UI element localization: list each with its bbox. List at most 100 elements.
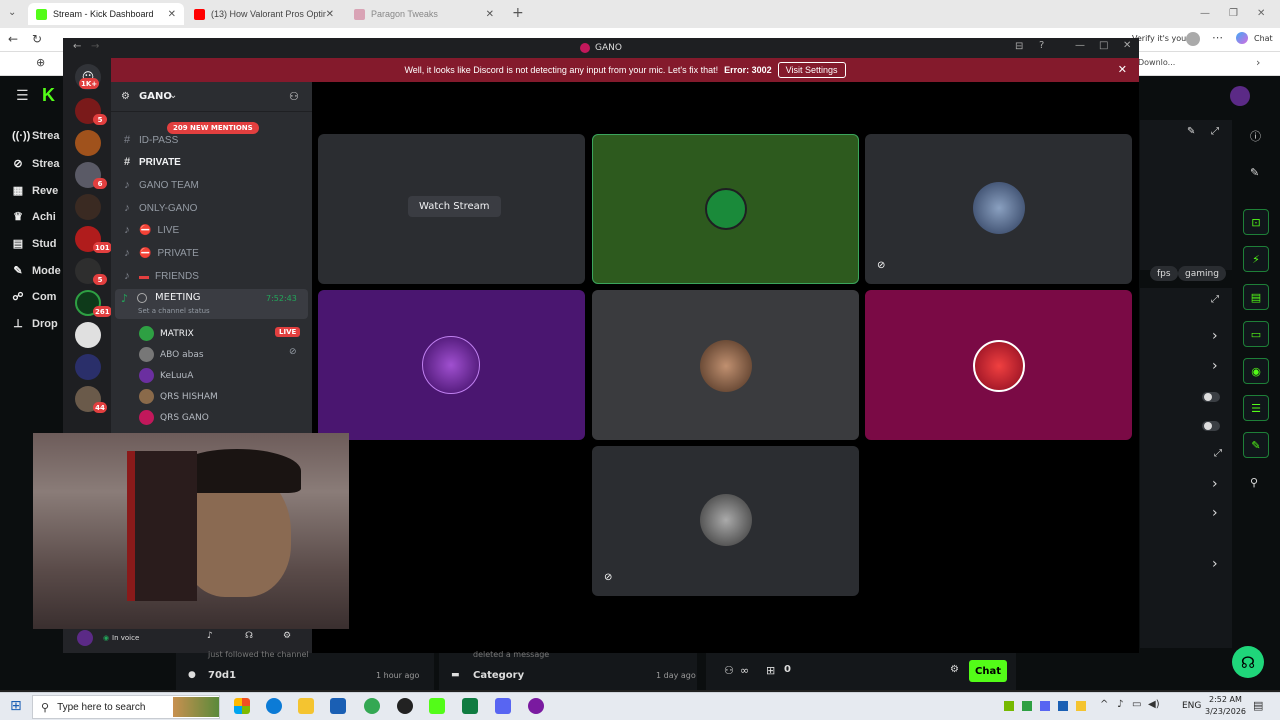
- chevron-right-icon[interactable]: ›: [1212, 328, 1218, 344]
- document-icon[interactable]: ▤: [1243, 284, 1269, 310]
- toggle-switch[interactable]: [1202, 392, 1220, 402]
- tag-fps[interactable]: fps: [1150, 266, 1178, 281]
- voice-member-abo-abas[interactable]: ABO abas ⊘: [139, 347, 297, 362]
- infinity-icon[interactable]: ∞: [740, 664, 749, 677]
- visit-settings-button[interactable]: Visit Settings: [777, 62, 846, 78]
- wrench-icon[interactable]: ✎: [1243, 432, 1269, 458]
- channel-status[interactable]: Set a channel status: [138, 307, 210, 315]
- settings-icon[interactable]: ⚙: [283, 631, 291, 641]
- bookmark-chevron-icon[interactable]: ›: [1256, 56, 1260, 69]
- new-mentions-pill[interactable]: 209 NEW MENTIONS: [167, 122, 259, 134]
- tab-list-chevron-icon[interactable]: ⌄: [8, 7, 16, 18]
- popout-icon[interactable]: ⤢: [1214, 448, 1222, 459]
- minimize-icon[interactable]: —: [1075, 40, 1085, 51]
- nav-item-drops[interactable]: ⊥ Drop: [12, 317, 57, 331]
- popout-icon[interactable]: ⤢: [1211, 294, 1219, 305]
- stream-tile[interactable]: Watch Stream: [318, 134, 585, 284]
- channel-only-gano[interactable]: ♪ ONLY-GANO: [121, 202, 197, 214]
- avatar[interactable]: [77, 630, 93, 646]
- chevron-right-icon[interactable]: ›: [1212, 556, 1218, 572]
- mic-icon[interactable]: ♪: [207, 631, 213, 641]
- start-windows-icon[interactable]: ⊞: [10, 698, 22, 714]
- tab-close-icon[interactable]: ✕: [326, 9, 334, 20]
- chevron-right-icon[interactable]: ›: [1212, 476, 1218, 492]
- nav-item-stream[interactable]: ((·)) Strea: [12, 130, 60, 142]
- volume-icon[interactable]: ◀): [1148, 699, 1160, 710]
- scan-icon[interactable]: ⊡: [1243, 209, 1269, 235]
- obs-icon[interactable]: [397, 698, 413, 714]
- mic-tray-icon[interactable]: ♪: [1117, 699, 1123, 710]
- inbox-icon[interactable]: ⊟: [1015, 41, 1023, 52]
- verify-account-chip[interactable]: Verify it's you: [1132, 34, 1186, 43]
- file-explorer-icon[interactable]: [298, 698, 314, 714]
- voice-member-keluua[interactable]: KeLuuA: [139, 368, 193, 383]
- nav-item-studio[interactable]: ▤ Stud: [12, 237, 57, 251]
- kick-app-icon[interactable]: [429, 698, 445, 714]
- app-icon[interactable]: [528, 698, 544, 714]
- lightning-icon[interactable]: ⚡: [1243, 246, 1269, 272]
- participant-tile[interactable]: ⊘: [592, 446, 859, 596]
- back-icon[interactable]: ←: [8, 32, 18, 46]
- nvidia-tray-icon[interactable]: [1004, 701, 1014, 711]
- gift-icon[interactable]: ⊞: [766, 664, 775, 677]
- copilot-icon[interactable]: [1236, 32, 1248, 44]
- chevron-right-icon[interactable]: ›: [1212, 358, 1218, 374]
- chat-label[interactable]: Chat: [1254, 34, 1273, 43]
- tab-kick-dashboard[interactable]: Stream - Kick Dashboard ✕: [28, 3, 184, 25]
- broadcast-icon[interactable]: ◉: [1243, 358, 1269, 384]
- participant-tile-matrix[interactable]: [592, 134, 859, 284]
- notifications-icon[interactable]: ▤: [1253, 699, 1263, 712]
- profile-avatar[interactable]: [1186, 32, 1200, 46]
- store-icon[interactable]: [330, 698, 346, 714]
- voice-member-matrix[interactable]: MATRIX LIVE: [139, 326, 301, 341]
- discord-icon[interactable]: [495, 698, 511, 714]
- taskbar-search[interactable]: ⚲ Type here to search: [32, 695, 220, 719]
- channel-live[interactable]: ♪ ⛔ LIVE: [121, 224, 179, 236]
- new-tab-plus-icon[interactable]: +: [512, 5, 524, 21]
- bookmark-downloads[interactable]: Downlo...: [1138, 58, 1175, 67]
- category-label[interactable]: Category: [473, 670, 524, 681]
- voice-member-qrs-hisham[interactable]: QRS HISHAM: [139, 389, 218, 404]
- share-icon[interactable]: ⚲: [1250, 476, 1258, 489]
- close-icon[interactable]: ✕: [1257, 8, 1265, 19]
- participant-tile[interactable]: ⊘: [865, 134, 1132, 284]
- tray-icon[interactable]: [1022, 701, 1032, 711]
- network-icon[interactable]: ▭: [1132, 699, 1141, 710]
- tab-close-icon[interactable]: ✕: [168, 9, 176, 20]
- toggle-switch[interactable]: [1202, 421, 1220, 431]
- channel-friends[interactable]: ♪ ▬ FRIENDS: [121, 270, 199, 282]
- voice-member-qrs-gano[interactable]: QRS GANO: [139, 410, 209, 425]
- server-icon[interactable]: [75, 354, 101, 380]
- hamburger-menu-icon[interactable]: ☰: [16, 88, 29, 104]
- tab-close-icon[interactable]: ✕: [486, 9, 494, 20]
- channel-private[interactable]: # PRIVATE: [121, 156, 181, 168]
- banner-close-icon[interactable]: ✕: [1118, 63, 1127, 76]
- server-header[interactable]: ⚙ GANO ⌄ ⚇: [111, 82, 312, 112]
- pencil-icon[interactable]: ✎: [1250, 166, 1259, 179]
- popout-icon[interactable]: ⤢: [1211, 126, 1219, 137]
- channel-meeting-active[interactable]: ♪ MEETING 7:52:43 Set a channel status: [115, 289, 308, 319]
- settings-icon[interactable]: ⚙: [950, 664, 959, 675]
- help-icon[interactable]: ?: [1039, 40, 1044, 51]
- back-arrow-icon[interactable]: ←: [73, 41, 81, 52]
- channel-private-voice[interactable]: ♪ ⛔ PRIVATE: [121, 247, 199, 259]
- clock-time[interactable]: 2:52 AM: [1209, 695, 1242, 704]
- nav-item-community[interactable]: ☍ Com: [12, 290, 56, 304]
- maximize-icon[interactable]: □: [1099, 40, 1108, 51]
- participant-tile-qrs-hisham[interactable]: [592, 290, 859, 440]
- chevron-right-icon[interactable]: ›: [1212, 505, 1218, 521]
- nav-item-moderation[interactable]: ✎ Mode: [12, 264, 60, 278]
- tab-paragon-tweaks[interactable]: Paragon Tweaks ✕: [346, 3, 502, 25]
- nav-item-achievements[interactable]: ♛ Achi: [12, 210, 56, 224]
- participant-tile-keluua[interactable]: [318, 290, 585, 440]
- maximize-icon[interactable]: ❐: [1229, 8, 1238, 19]
- close-icon[interactable]: ✕: [1123, 40, 1131, 51]
- info-icon[interactable]: ⓘ: [1250, 128, 1261, 144]
- edit-icon[interactable]: ✎: [1187, 126, 1195, 137]
- forward-arrow-icon[interactable]: →: [91, 41, 99, 52]
- tray-icon[interactable]: [1076, 701, 1086, 711]
- language-indicator[interactable]: ENG: [1182, 701, 1201, 711]
- server-icon[interactable]: [75, 194, 101, 220]
- list-icon[interactable]: ☰: [1243, 395, 1269, 421]
- participant-tile-qrs-gano[interactable]: [865, 290, 1132, 440]
